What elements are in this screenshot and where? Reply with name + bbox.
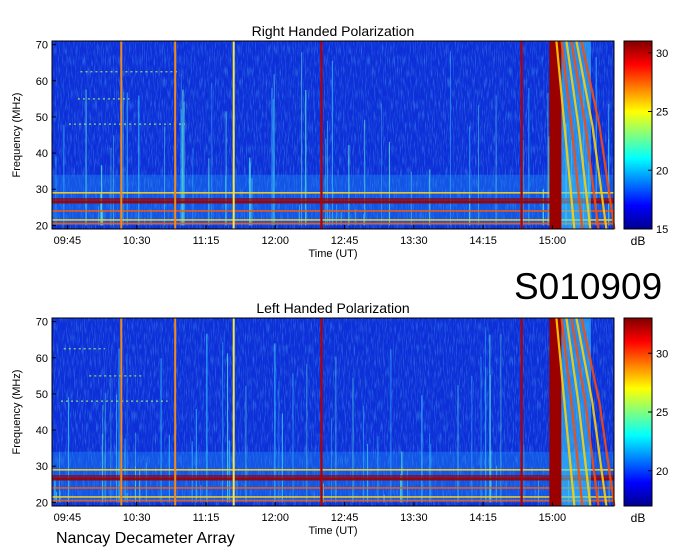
x-tick-label: 10:30	[123, 512, 151, 524]
x-tick-label: 12:00	[261, 235, 289, 247]
y-tick-label: 60	[36, 353, 48, 365]
x-axis-label: Time (UT)	[308, 525, 357, 537]
y-tick-label: 50	[36, 112, 48, 124]
colorbar-tick-label: 20	[656, 466, 668, 478]
y-tick-label: 40	[36, 425, 48, 437]
instrument-label: Nancay Decameter Array	[56, 530, 235, 547]
colorbar-label: dB	[631, 234, 646, 248]
x-tick-label: 09:45	[54, 235, 82, 247]
x-tick-label: 11:15	[193, 235, 220, 247]
y-tick-label: 60	[36, 76, 48, 88]
x-tick-label: 14:15	[469, 512, 497, 524]
y-tick-label: 40	[36, 148, 48, 160]
colorbar-tick-label: 30	[656, 348, 668, 360]
colorbar-tick-label: 25	[656, 407, 668, 419]
colorbar	[623, 40, 653, 230]
x-tick-label: 12:45	[331, 512, 359, 524]
y-tick-label: 30	[36, 461, 48, 473]
y-tick-label: 70	[36, 40, 48, 52]
y-tick-label: 50	[36, 389, 48, 401]
low-frequency-glow	[52, 451, 614, 503]
y-axis-label: Frequency (MHz)	[11, 370, 23, 455]
spectrogram-panel: Left Handed Polarization 20 30 40 50 60 70 Freq…	[11, 300, 668, 537]
x-tick-label: 13:30	[400, 235, 428, 247]
colorbar	[623, 317, 653, 507]
spectrogram-panel: Right Handed Polarization 20 30 40 50 60 70 Fre…	[11, 23, 668, 260]
x-axis-label: Time (UT)	[308, 248, 357, 260]
x-tick-label: 11:15	[193, 512, 220, 524]
colorbar-label: dB	[631, 511, 646, 525]
y-tick-label: 30	[36, 184, 48, 196]
station-id-label: S010909	[514, 266, 663, 307]
x-tick-label: 10:30	[123, 235, 151, 247]
y-tick-label: 70	[36, 317, 48, 329]
x-tick-label: 12:00	[261, 512, 289, 524]
x-tick-label: 13:30	[400, 512, 428, 524]
colorbar-tick-label: 25	[656, 107, 668, 119]
x-tick-label: 09:45	[54, 512, 82, 524]
low-frequency-glow	[52, 174, 614, 226]
colorbar-tick-label: 30	[656, 48, 668, 60]
chart-title: Left Handed Polarization	[256, 300, 409, 316]
x-tick-label: 12:45	[331, 235, 359, 247]
y-tick-label: 20	[36, 220, 48, 232]
y-tick-label: 20	[36, 497, 48, 509]
y-axis-label: Frequency (MHz)	[11, 93, 23, 178]
x-tick-label: 15:00	[539, 512, 567, 524]
colorbar-tick-label: 15	[656, 224, 668, 236]
x-tick-label: 15:00	[539, 235, 567, 247]
chart-title: Right Handed Polarization	[252, 23, 415, 39]
colorbar-tick-label: 20	[656, 165, 668, 177]
x-tick-label: 14:15	[469, 235, 497, 247]
